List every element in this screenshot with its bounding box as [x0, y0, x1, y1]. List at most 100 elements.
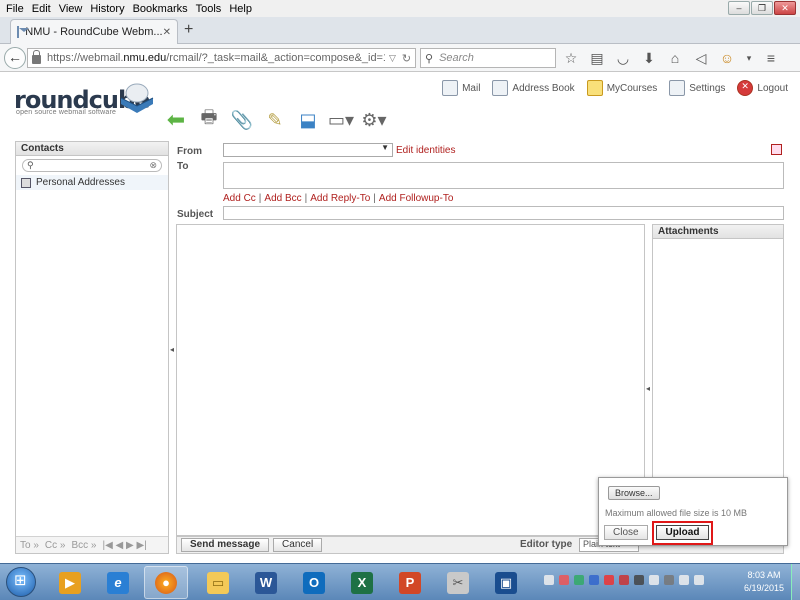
nav-settings[interactable]: Settings [669, 80, 725, 96]
taskbar-powerpoint[interactable]: P [388, 566, 432, 599]
nav-logout[interactable]: Logout [737, 80, 788, 96]
tray-icon[interactable] [574, 575, 584, 585]
address-book-icon [492, 80, 509, 96]
url-dropdown-icon[interactable]: ▽ [389, 53, 396, 64]
flag-icon[interactable] [694, 575, 704, 585]
taskbar-clock[interactable]: 8:03 AM 6/19/2015 [744, 569, 784, 595]
subject-field[interactable] [223, 206, 784, 220]
to-field[interactable] [223, 162, 784, 189]
tray-icon[interactable] [619, 575, 629, 585]
browser-menubar: File Edit View History Bookmarks Tools H… [0, 0, 800, 17]
home-icon[interactable]: ⌂ [666, 49, 684, 67]
insert-bcc-button[interactable]: Bcc » [71, 540, 96, 551]
taskbar-tools[interactable]: ✂ [436, 566, 480, 599]
insert-cc-button[interactable]: Cc » [45, 540, 66, 551]
contacts-footer: To » Cc » Bcc » |◀ ◀ ▶ ▶| [16, 536, 168, 553]
word-icon: W [255, 571, 277, 594]
addon-icon[interactable]: ☺ [718, 49, 736, 67]
message-body-editor[interactable] [176, 224, 645, 536]
bookmark-star-icon[interactable]: ☆ [562, 49, 580, 67]
tray-icon[interactable] [649, 575, 659, 585]
tab-close-icon[interactable]: ✕ [163, 27, 171, 38]
taskbar-internet-explorer[interactable]: e [96, 566, 140, 599]
taskbar-media-player[interactable]: ▶ [48, 566, 92, 599]
taskbar-excel[interactable]: X [340, 566, 384, 599]
contacts-pane: Contacts ⚲ ⊗ Personal Addresses To » Cc … [15, 141, 169, 554]
reading-list-icon[interactable]: ▤ [588, 49, 606, 67]
tray-icon[interactable] [604, 575, 614, 585]
minimize-icon[interactable]: – [728, 1, 750, 15]
addon-dropdown-icon[interactable]: ▾ [744, 49, 754, 67]
close-window-icon[interactable]: ✕ [774, 1, 796, 15]
search-bar[interactable]: ⚲ Search [420, 48, 556, 68]
clear-search-icon[interactable]: ⊗ [149, 160, 157, 171]
volume-icon[interactable] [679, 575, 689, 585]
edit-identities-link[interactable]: Edit identities [396, 145, 455, 156]
tray-icon[interactable] [559, 575, 569, 585]
menu-help[interactable]: Help [229, 3, 252, 15]
insert-to-button[interactable]: To » [20, 540, 39, 551]
left-splitter-handle[interactable]: ◂ [170, 345, 174, 354]
new-tab-icon[interactable]: + [184, 21, 193, 39]
tray-icon[interactable] [589, 575, 599, 585]
add-bcc-link[interactable]: Add Bcc [264, 193, 301, 204]
insert-response-icon[interactable]: ⬓ [296, 108, 320, 132]
show-desktop-button[interactable] [791, 564, 800, 600]
url-bar[interactable]: https://webmail.nmu.edu/rcmail/?_task=ma… [27, 48, 416, 68]
taskbar-file-explorer[interactable]: ▭ [196, 566, 240, 599]
tray-icon[interactable] [634, 575, 644, 585]
signature-icon[interactable]: ✎ [263, 108, 287, 132]
from-select[interactable]: ▼ [223, 143, 393, 157]
add-cc-link[interactable]: Add Cc [223, 193, 256, 204]
dialog-close-button[interactable]: Close [604, 525, 648, 540]
pocket-icon[interactable]: ◡ [614, 49, 632, 67]
start-button-icon[interactable] [6, 567, 36, 597]
taskbar-outlook[interactable]: O [292, 566, 336, 599]
taskbar-word[interactable]: W [244, 566, 288, 599]
spellcheck-icon[interactable]: ▭▾ [328, 108, 354, 132]
internet-explorer-icon: e [107, 571, 129, 594]
contacts-search-input[interactable]: ⚲ ⊗ [22, 159, 162, 172]
right-splitter-handle[interactable]: ◂ [646, 384, 650, 393]
nav-mail[interactable]: Mail [442, 80, 480, 96]
menu-history[interactable]: History [90, 3, 124, 15]
download-icon[interactable]: ⬇ [640, 49, 658, 67]
hamburger-menu-icon[interactable]: ≡ [762, 49, 780, 67]
menu-view[interactable]: View [59, 3, 83, 15]
menu-bookmarks[interactable]: Bookmarks [133, 3, 188, 15]
reload-icon[interactable]: ↻ [402, 52, 411, 65]
compose-options-gear-icon[interactable]: ⚙▾ [361, 108, 386, 132]
powerpoint-icon: P [399, 571, 421, 594]
tab-title: NMU - RoundCube Webm... [25, 26, 163, 38]
cancel-button[interactable]: Cancel [273, 538, 323, 552]
nav-mycourses[interactable]: MyCourses [586, 80, 657, 96]
send-message-button[interactable]: Send message [181, 538, 270, 552]
add-followup-to-link[interactable]: Add Followup-To [379, 193, 453, 204]
menu-tools[interactable]: Tools [196, 3, 222, 15]
taskbar-firefox[interactable]: ● [144, 566, 188, 599]
address-book-item[interactable]: Personal Addresses [16, 175, 168, 190]
menu-edit[interactable]: Edit [32, 3, 51, 15]
chevron-down-icon: ▼ [381, 143, 389, 152]
back-to-list-icon[interactable]: ⬅ [164, 107, 188, 132]
save-draft-icon[interactable]: 🖶 [197, 107, 221, 132]
contacts-pager[interactable]: |◀ ◀ ▶ ▶| [102, 540, 146, 551]
window-controls: – ❐ ✕ [727, 1, 796, 15]
navbar-icons: ☆ ▤ ◡ ⬇ ⌂ ◁ ☺ ▾ ≡ [562, 49, 788, 67]
tray-icon[interactable] [664, 575, 674, 585]
browser-tab[interactable]: NMU - RoundCube Webm... ✕ [10, 19, 178, 44]
taskbar-virtualbox[interactable]: ▣ [484, 566, 528, 599]
tab-strip: NMU - RoundCube Webm... ✕ + [0, 17, 800, 44]
add-reply-to-link[interactable]: Add Reply-To [310, 193, 370, 204]
nav-address-book[interactable]: Address Book [492, 80, 575, 96]
menu-file[interactable]: File [6, 3, 24, 15]
restore-icon[interactable]: ❐ [751, 1, 773, 15]
open-in-window-icon[interactable] [771, 144, 782, 155]
browse-button[interactable]: Browse... [608, 486, 660, 500]
attachments-title: Attachments [653, 225, 783, 239]
share-icon[interactable]: ◁ [692, 49, 710, 67]
upload-button[interactable]: Upload [656, 525, 709, 540]
attach-paperclip-icon[interactable]: 📎 [230, 108, 254, 132]
tray-icon[interactable] [544, 575, 554, 585]
back-arrow-icon[interactable]: ← [4, 47, 26, 69]
